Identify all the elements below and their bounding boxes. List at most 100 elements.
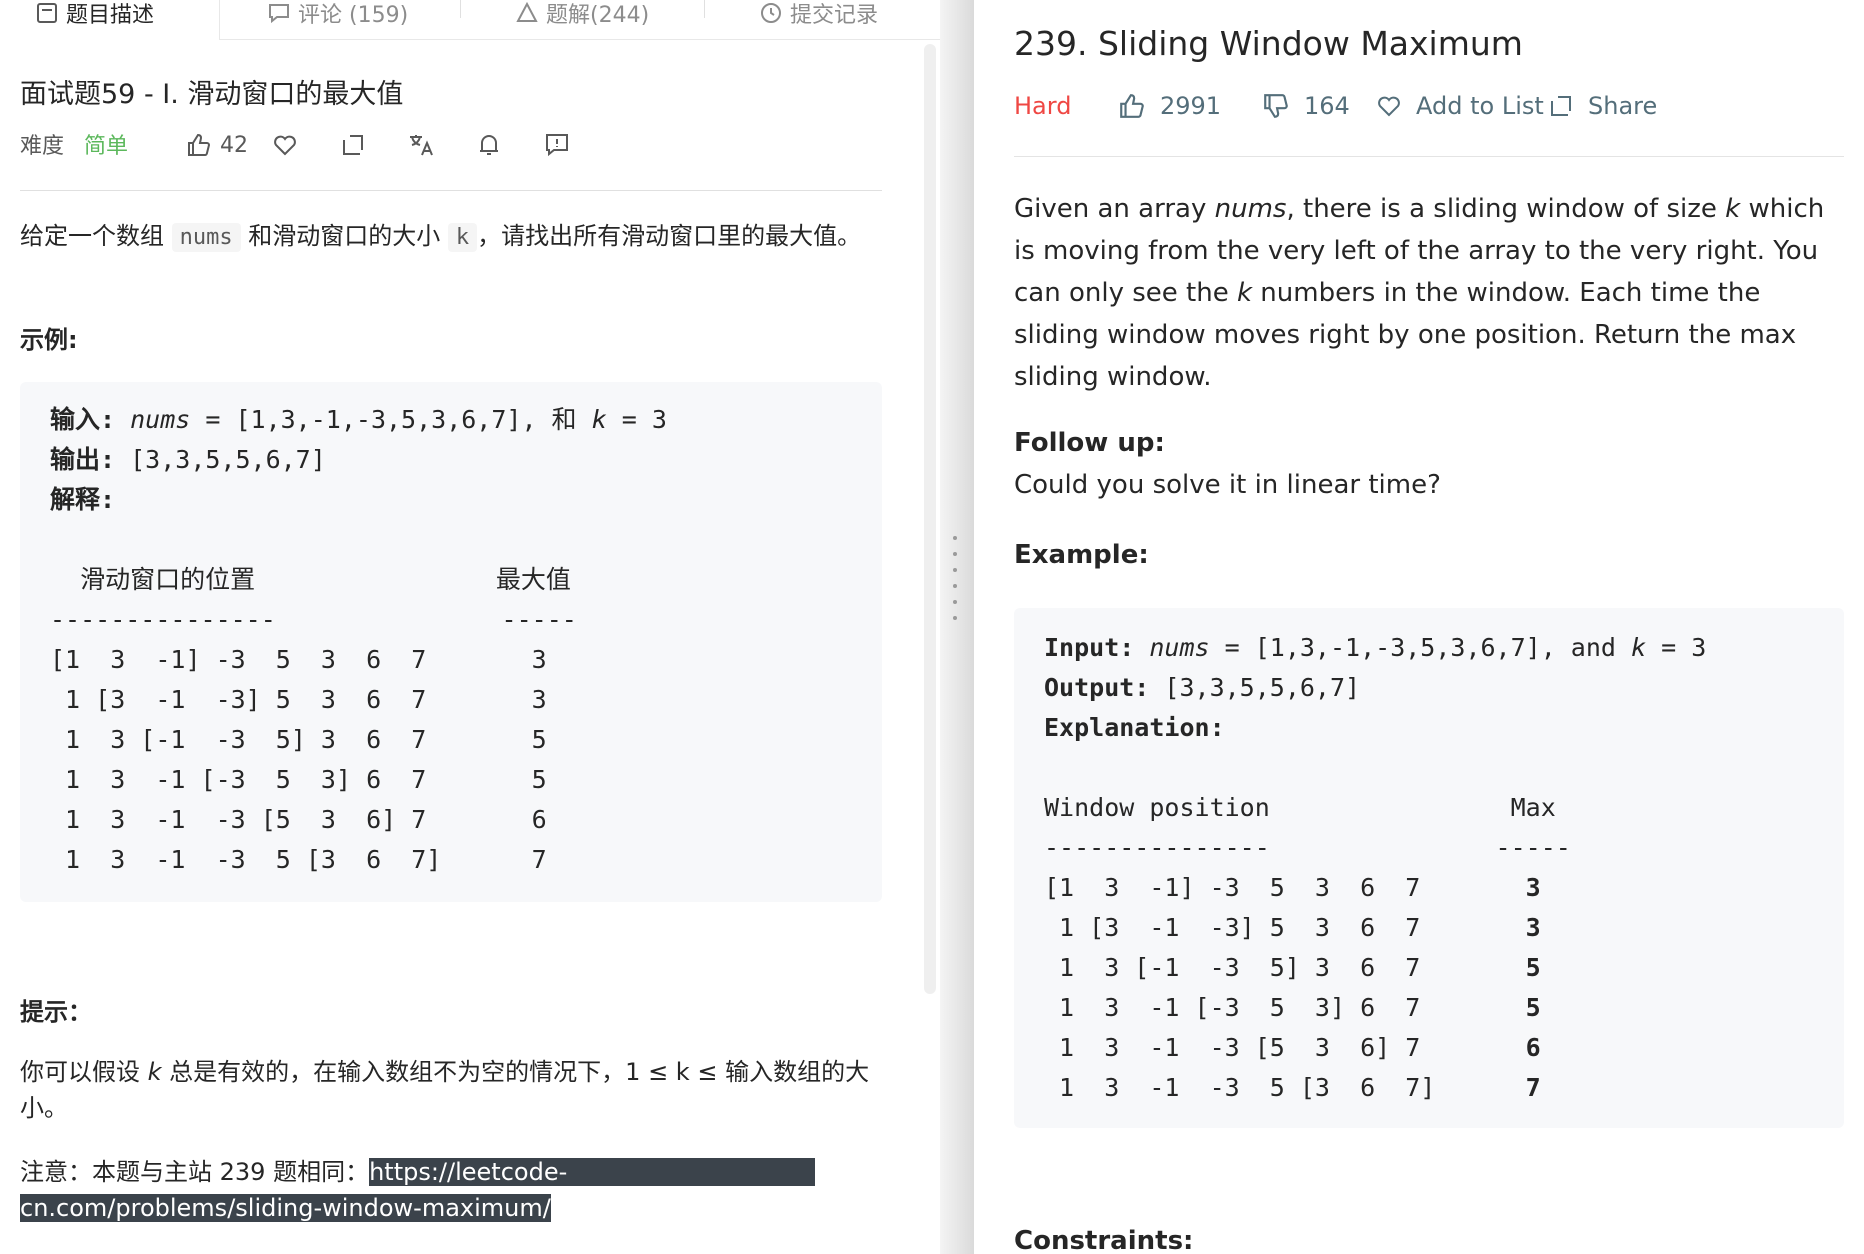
input-k: k <box>1631 633 1647 662</box>
difficulty-label: 难度 <box>20 134 65 159</box>
pane-resizer[interactable] <box>940 0 974 1254</box>
window-row: 1 3 [-1 -3 5] 3 6 7 5 <box>50 725 547 754</box>
grip-dot <box>953 568 957 572</box>
translate-icon <box>410 135 433 156</box>
difficulty-badge-en: Hard <box>1014 92 1072 120</box>
notification-button[interactable] <box>476 130 506 160</box>
tab-submissions[interactable]: 提交记录 <box>760 0 940 40</box>
window-max: 5 <box>1525 953 1541 982</box>
history-icon <box>761 3 781 23</box>
share-icon <box>343 135 363 155</box>
output-label: Output: <box>1044 673 1165 702</box>
window-max: 3 <box>1525 873 1541 902</box>
desc-text: , there is a sliding window of size <box>1286 194 1726 224</box>
constraints-heading: Constraints: <box>1014 1226 1194 1254</box>
window-row: 1 [3 -1 -3] 5 3 6 7 3 <box>50 685 547 714</box>
like-count-en: 2991 <box>1160 92 1222 120</box>
input-label: Input: <box>1044 633 1150 662</box>
code-nums: nums <box>171 223 241 252</box>
like-count: 42 <box>220 132 248 158</box>
input-k-value: = 3 <box>1646 633 1707 662</box>
note-link-part: https://leetcode- <box>369 1158 568 1186</box>
output-value: [3,3,5,5,6,7] <box>130 445 326 474</box>
hint-text: 你可以假设 k 总是有效的，在输入数组不为空的情况下，1 ≤ k ≤ 输入数组的… <box>20 1054 880 1126</box>
input-var: nums <box>1149 633 1210 662</box>
grip-dot <box>953 584 957 588</box>
tab-label: 题解(244) <box>546 3 650 28</box>
problem-meta: 难度 简单 42 <box>20 126 880 162</box>
solution-icon <box>516 2 538 22</box>
window-max: 3 <box>1525 913 1541 942</box>
translate-button[interactable] <box>408 130 438 160</box>
desc-text: 和滑动窗口的大小 <box>240 222 448 250</box>
column-header: 滑动窗口的位置 最大值 <box>50 565 571 594</box>
hint-part: 你可以假设 <box>20 1058 148 1086</box>
divider-line <box>20 190 882 191</box>
follow-up-text: Could you solve it in linear time? <box>1014 470 1441 500</box>
desc-text: ，请找出所有滑动窗口里的最大值。 <box>477 222 862 250</box>
window-row: 1 3 [-1 -3 5] 3 6 7 5 <box>1044 948 1814 988</box>
input-value: = [1,3,-1,-3,5,3,6,7], and <box>1209 633 1632 662</box>
explanation-label: 解释: <box>50 485 131 514</box>
grip-dot <box>953 552 957 556</box>
problem-meta-en: Hard 2991 164 Add to List Share <box>1014 92 1854 128</box>
example-heading: 示例: <box>20 326 78 354</box>
divider-line <box>1014 156 1844 157</box>
desc-nums: nums <box>1214 194 1287 224</box>
window-max: 7 <box>1525 1073 1541 1102</box>
grip-dot <box>953 616 957 620</box>
add-to-list-label: Add to List <box>1416 92 1544 120</box>
note-text: 注意：本题与主站 239 题相同：https://leetcode-cn.com… <box>20 1154 884 1226</box>
grip-dot <box>953 600 957 604</box>
bell-icon <box>480 135 498 155</box>
input-label: 输入: <box>50 405 131 434</box>
dislike-button-en[interactable]: 164 <box>1262 92 1350 120</box>
share-button[interactable] <box>340 130 370 160</box>
window-cells: 1 3 -1 -3 5 [3 6 7] <box>1044 1073 1526 1102</box>
right-panel: 239. Sliding Window Maximum Hard 2991 16… <box>974 0 1864 1254</box>
window-row: 1 3 -1 -3 5 [3 6 7] 7 <box>1044 1068 1814 1108</box>
output-value: [3,3,5,5,6,7] <box>1164 673 1361 702</box>
like-button-en[interactable]: 2991 <box>1118 92 1221 120</box>
heart-icon <box>1378 96 1400 117</box>
comment-icon <box>269 4 289 24</box>
note-link-part: cn.com/problems/sliding-window-maximum/ <box>20 1194 551 1222</box>
desc-text: 给定一个数组 <box>20 222 172 250</box>
left-panel: 题目描述 评论 (159) 题解(244) 提交记录 面试题59 - I. 滑动… <box>0 0 966 1254</box>
tab-solutions[interactable]: 题解(244) <box>516 0 696 40</box>
hint-k: k <box>147 1058 162 1086</box>
problem-description: 给定一个数组 nums 和滑动窗口的大小 k ，请找出所有滑动窗口里的最大值。 <box>20 218 880 256</box>
dislike-count-en: 164 <box>1304 92 1350 120</box>
thumbs-up-icon <box>188 133 211 156</box>
window-max: 5 <box>1525 993 1541 1022</box>
left-scrollbar[interactable] <box>924 44 936 994</box>
input-value: = [1,3,-1,-3,5,3,6,7], 和 <box>190 405 592 434</box>
window-row: [1 3 -1] -3 5 3 6 7 3 <box>50 645 547 674</box>
dash-line: --------------- ----- <box>1044 833 1571 862</box>
example-code-block: 输入: nums = [1,3,-1,-3,5,3,6,7], 和 k = 3 输… <box>20 382 882 902</box>
column-header: Window position Max <box>1044 793 1556 822</box>
tab-comments[interactable]: 评论 (159) <box>268 0 458 40</box>
desc-k: k <box>1236 278 1253 308</box>
grip-dot <box>953 536 957 540</box>
window-row: 1 3 -1 -3 [5 3 6] 7 6 <box>1044 1028 1814 1068</box>
share-icon <box>1551 96 1571 116</box>
tab-label: 评论 (159) <box>298 3 409 28</box>
feedback-icon <box>546 134 568 157</box>
desc-k: k <box>1725 194 1741 224</box>
feedback-button[interactable] <box>544 130 574 160</box>
favorite-button[interactable] <box>272 130 302 160</box>
example-code-block-en: Input: nums = [1,3,-1,-3,5,3,6,7], and k… <box>1014 608 1844 1128</box>
tab-label: 题目描述 <box>66 3 155 28</box>
thumbs-down-icon <box>1264 94 1288 118</box>
tab-bar: 题目描述 评论 (159) 题解(244) 提交记录 <box>0 0 940 40</box>
window-row: 1 3 -1 -3 [5 3 6] 7 6 <box>50 805 547 834</box>
problem-title-en: 239. Sliding Window Maximum <box>1014 24 1523 63</box>
add-to-list-button[interactable]: Add to List <box>1376 92 1544 120</box>
like-button[interactable]: 42 <box>186 130 266 160</box>
tab-description[interactable]: 题目描述 <box>0 0 220 40</box>
document-icon <box>37 3 57 23</box>
input-k-value: = 3 <box>606 405 667 434</box>
share-button-en[interactable]: Share <box>1548 92 1657 120</box>
code-k: k <box>447 223 478 252</box>
